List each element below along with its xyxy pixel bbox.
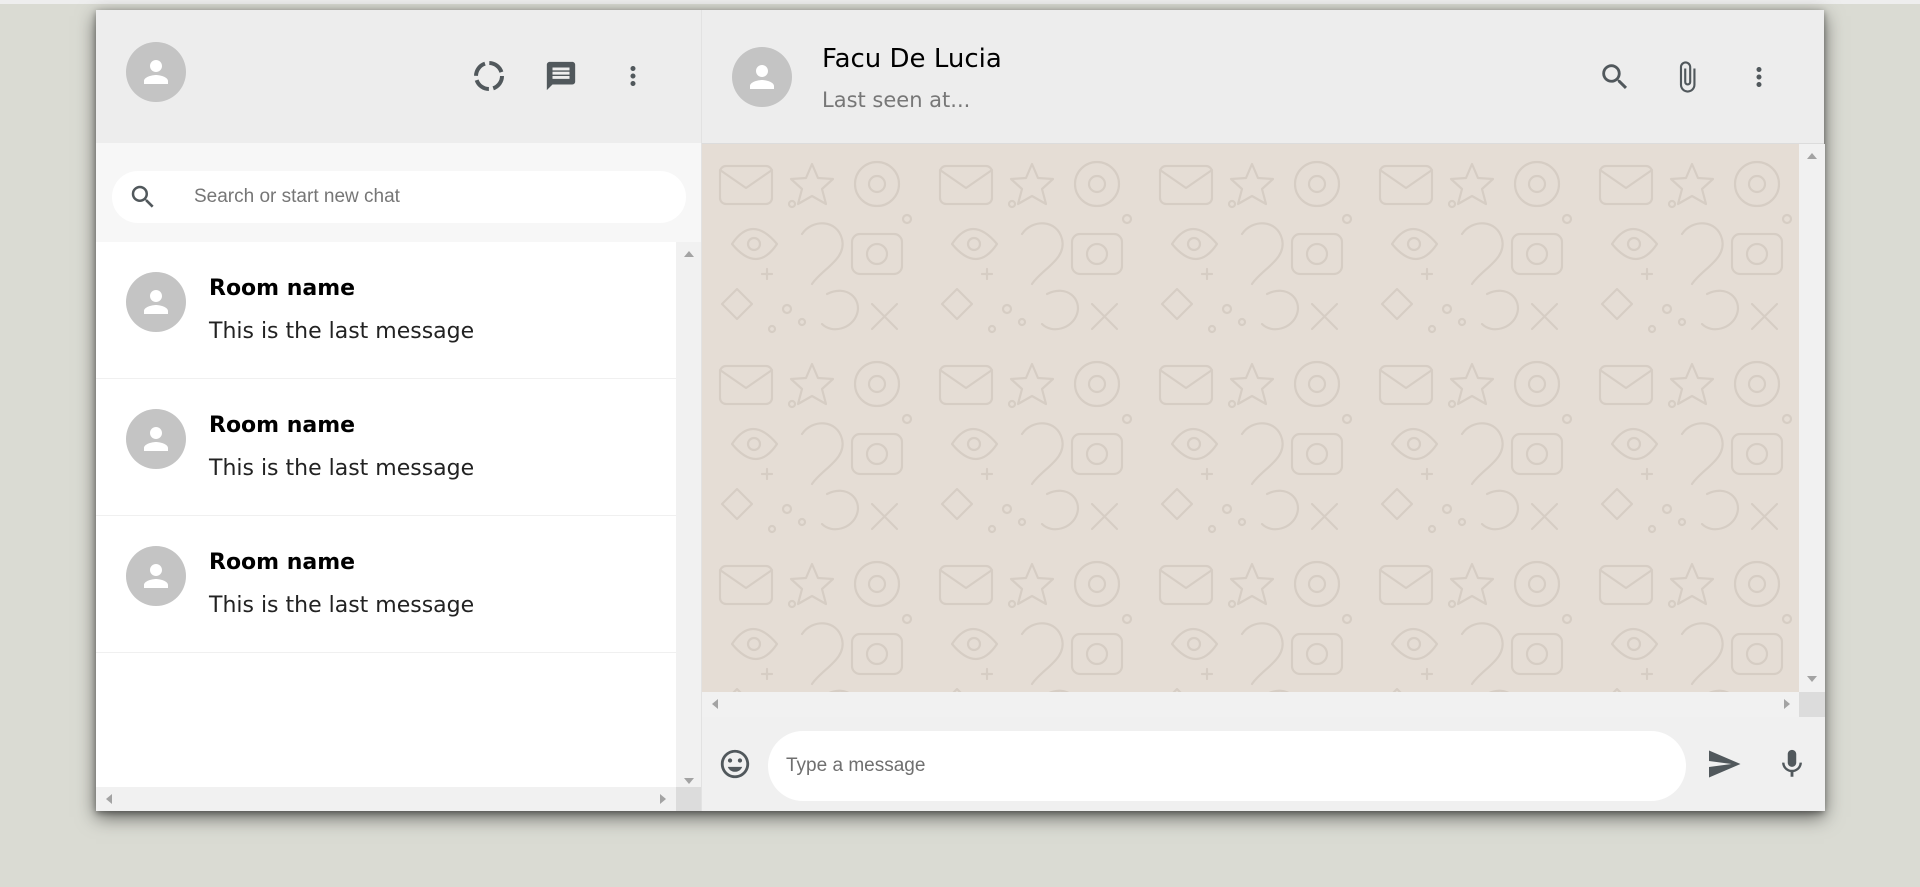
scroll-up-arrow[interactable]	[1807, 153, 1817, 159]
send-icon	[1709, 750, 1741, 778]
mic-icon	[1782, 749, 1802, 777]
sidebar: Room name This is the last message Room …	[96, 10, 702, 811]
sidebar-header	[96, 10, 701, 143]
chat-list: Room name This is the last message Room …	[96, 242, 676, 797]
chat-app: Room name This is the last message Room …	[96, 10, 1825, 811]
search-bar-area	[96, 143, 701, 242]
chat-header: Facu De Lucia Last seen at...	[702, 10, 1824, 144]
search-icon	[1602, 64, 1628, 90]
new-chat-button[interactable]	[539, 54, 583, 98]
more-vert-icon	[1756, 67, 1762, 87]
room-avatar	[126, 546, 186, 606]
person-icon	[750, 65, 774, 89]
message-input-box	[768, 731, 1686, 801]
contact-avatar[interactable]	[732, 47, 792, 107]
chat-horizontal-scrollbar[interactable]	[702, 692, 1799, 717]
scroll-down-arrow[interactable]	[684, 778, 694, 784]
scrollbar-corner	[1799, 692, 1825, 717]
sidebar-vertical-scrollbar[interactable]	[676, 242, 701, 797]
scroll-left-arrow[interactable]	[712, 699, 718, 709]
messages-area[interactable]	[702, 144, 1799, 692]
search-input[interactable]	[192, 185, 666, 209]
more-vert-icon	[630, 66, 636, 86]
emoji-icon	[720, 749, 750, 779]
chat-pane: Facu De Lucia Last seen at...	[702, 10, 1825, 811]
window-top-strip	[0, 0, 1920, 4]
chat-search-button[interactable]	[1593, 55, 1637, 99]
person-icon	[144, 290, 168, 314]
user-avatar[interactable]	[126, 42, 186, 102]
mic-button[interactable]	[1770, 742, 1814, 786]
message-composer	[702, 717, 1825, 811]
last-message: This is the last message	[209, 319, 475, 344]
attach-icon	[1679, 61, 1696, 93]
chat-list-item[interactable]: Room name This is the last message	[96, 516, 676, 653]
chat-wallpaper-doodles	[702, 144, 1799, 692]
chat-list-item[interactable]: Room name This is the last message	[96, 379, 676, 516]
scroll-up-arrow[interactable]	[684, 251, 694, 257]
room-name: Room name	[209, 550, 356, 575]
room-name: Room name	[209, 413, 356, 438]
chat-vertical-scrollbar[interactable]	[1799, 144, 1825, 692]
room-avatar	[126, 409, 186, 469]
search-box	[112, 171, 686, 223]
person-icon	[144, 60, 168, 84]
person-icon	[144, 427, 168, 451]
last-message: This is the last message	[209, 456, 475, 481]
message-input[interactable]	[784, 754, 1668, 778]
emoji-button[interactable]	[713, 742, 757, 786]
sidebar-horizontal-scrollbar[interactable]	[96, 787, 676, 811]
chat-icon	[546, 61, 576, 91]
send-button[interactable]	[1702, 742, 1746, 786]
scroll-right-arrow[interactable]	[1784, 699, 1790, 709]
scroll-right-arrow[interactable]	[660, 794, 666, 804]
room-avatar	[126, 272, 186, 332]
status-icon	[474, 61, 504, 91]
chat-menu-button[interactable]	[1737, 55, 1781, 99]
person-icon	[144, 564, 168, 588]
room-name: Room name	[209, 276, 356, 301]
last-message: This is the last message	[209, 593, 475, 618]
chat-list-item[interactable]: Room name This is the last message	[96, 242, 676, 379]
sidebar-menu-button[interactable]	[611, 54, 655, 98]
scrollbar-corner	[676, 787, 701, 811]
attach-button[interactable]	[1665, 55, 1709, 99]
last-seen-status: Last seen at...	[822, 88, 971, 112]
scroll-left-arrow[interactable]	[106, 794, 112, 804]
status-button[interactable]	[467, 54, 511, 98]
contact-name: Facu De Lucia	[822, 44, 1002, 74]
search-icon	[128, 182, 158, 212]
scroll-down-arrow[interactable]	[1807, 676, 1817, 682]
